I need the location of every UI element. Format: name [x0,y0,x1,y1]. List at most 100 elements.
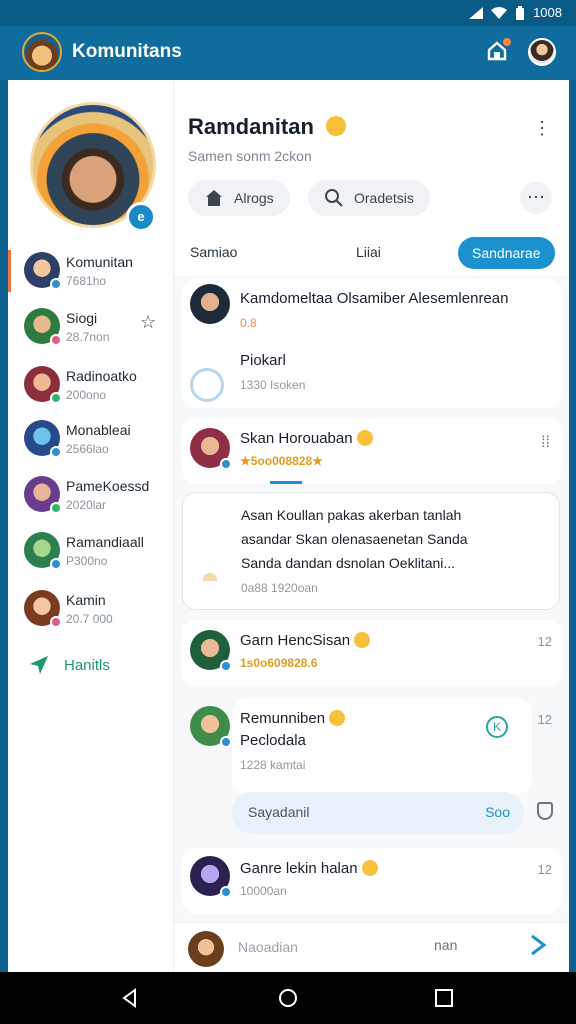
home-icon [206,190,222,206]
content-area: Ramdanitan Samen sonm 2ckon ⋮ Alrogs Ora… [174,80,569,972]
message-author: Skan Horouaban [240,430,373,447]
smile-emoji-icon [356,430,373,446]
battery-icon [516,5,525,20]
sidebar-item-label: Ramandiaall [66,534,144,550]
message-line: asandar Skan olenasaenetan Sanda [241,531,468,547]
avatar [190,284,230,324]
message-meta: 1228 kamtai [240,758,306,772]
message-card[interactable]: Asan Koullan pakas akerban tanlah asanda… [182,492,560,610]
message-author: Kamdomeltaa Olsamiber Alesemlenrean [240,290,509,307]
sidebar-item-count: 7681ho [66,274,107,288]
page-subtitle: Samen sonm 2ckon [188,148,312,164]
reply-action[interactable]: Soo [485,804,510,820]
message-body-meta: 1330 Isoken [240,378,306,392]
active-indicator [270,481,302,484]
avatar [24,590,62,628]
back-icon[interactable] [120,988,140,1008]
message-author: Garn HencSisan [240,632,371,649]
message-time: 12 [537,862,552,877]
user-avatar[interactable] [528,38,556,66]
avatar [190,428,232,470]
sidebar: e Komunitan 7681ho Siogi 28.7non ☆ Radin… [8,80,174,972]
wifi-icon [491,6,508,19]
sidebar-item-siogi[interactable]: Siogi 28.7non ☆ [8,304,174,350]
pill-oradetsis[interactable]: Oradetsis [308,180,430,216]
message-line: Asan Koullan pakas akerban tanlah [241,507,462,523]
app-logo [22,32,62,72]
k-badge-icon[interactable]: K [486,716,508,738]
more-horizontal-button[interactable]: ⋯ [520,182,552,214]
sidebar-item-ramandiaall[interactable]: Ramandiaall P300no [8,528,174,574]
notification-dot [503,38,511,46]
sidebar-link[interactable]: Hanitls [28,654,110,676]
avatar [24,308,62,346]
sidebar-item-monableai[interactable]: Monableai 2566lao [8,416,174,462]
cloud-icon [203,573,217,581]
avatar [24,252,62,290]
sidebar-item-count: P300no [66,554,108,568]
reply-field[interactable]: Sayadanil Soo [232,792,524,834]
composer-tool[interactable]: nan [434,937,457,953]
message-card[interactable]: Skan Horouaban ★5oo008828★ ⁞⁞ [182,418,562,484]
message-input[interactable]: Naoadian [238,939,298,955]
pill-alrogs[interactable]: Alrogs [188,180,290,216]
sidebar-item-pamekoessd[interactable]: PameKoessd 2020lar [8,472,174,518]
signal-icon [469,6,484,19]
message-meta: ★5oo008828★ [240,454,323,468]
page-title: Ramdanitan [188,114,314,139]
avatar [188,931,224,967]
status-bar: 1008 [0,0,576,26]
pill-label: Oradetsis [354,190,414,206]
sidebar-item-kamin[interactable]: Kamin 20.7 000 [8,586,174,632]
sidebar-item-count: 20.7 000 [66,612,113,626]
shield-icon[interactable] [537,802,553,820]
message-meta: 10000an [240,884,287,898]
message-card[interactable]: Kamdomeltaa Olsamiber Alesemlenrean 0.8 … [182,278,562,408]
message-body-title: Piokarl [240,352,286,369]
home-circle-icon[interactable] [278,988,298,1008]
message-line: Sanda dandan dsnolan Oeklitani... [241,555,456,571]
tab-samiao[interactable]: Samiao [190,244,237,260]
app-bar: Komunitans [0,26,576,80]
sidebar-item-komunitan[interactable]: Komunitan 7681ho [8,248,174,294]
message-time: 12 [537,712,552,727]
more-vertical-icon[interactable]: ⋮ [533,118,551,139]
status-time: 1008 [533,5,562,20]
composer: Naoadian nan [174,922,569,972]
grid-dots-icon[interactable]: ⁞⁞ [541,434,550,452]
sidebar-item-count: 2566lao [66,442,109,456]
search-icon [325,189,343,207]
message-card[interactable]: Ganre lekin halan 10000an 12 [182,848,562,914]
message-time: 12 [537,634,552,649]
avatar [190,706,232,748]
avatar [190,630,232,672]
pill-label: Alrogs [234,190,274,206]
smile-emoji-icon [326,116,346,136]
tab-liiai[interactable]: Liiai [356,244,381,260]
send-icon[interactable] [526,933,550,957]
avatar [24,366,62,404]
sidebar-item-label: Komunitan [66,254,133,270]
sidebar-item-count: 2020lar [66,498,107,512]
smile-emoji-icon [329,710,346,726]
message-author: Remunniben [240,710,346,727]
tab-bar: Samiao Liiai Sandnarae [174,230,569,276]
avatar [24,532,62,570]
smile-emoji-icon [361,860,378,876]
app-title: Komunitans [72,41,182,62]
sidebar-item-label: Monableai [66,422,131,438]
tab-sandnarae[interactable]: Sandnarae [458,237,555,269]
smile-emoji-icon [354,632,371,648]
message-meta: 0.8 [240,316,257,330]
message-card[interactable]: Garn HencSisan 1s0o609828.6 12 [182,620,562,686]
message-author: Ganre lekin halan [240,860,378,877]
notification-button[interactable] [486,38,511,62]
recents-icon[interactable] [434,988,454,1008]
send-arrow-icon [30,656,48,674]
star-icon[interactable]: ☆ [140,312,156,333]
message-meta: 1s0o609828.6 [240,656,318,670]
sidebar-item-radinoatko[interactable]: Radinoatko 200ono [8,362,174,408]
system-nav-bar [0,972,576,1024]
message-meta: 0a88 1920oan [241,581,318,595]
avatar [24,420,62,458]
